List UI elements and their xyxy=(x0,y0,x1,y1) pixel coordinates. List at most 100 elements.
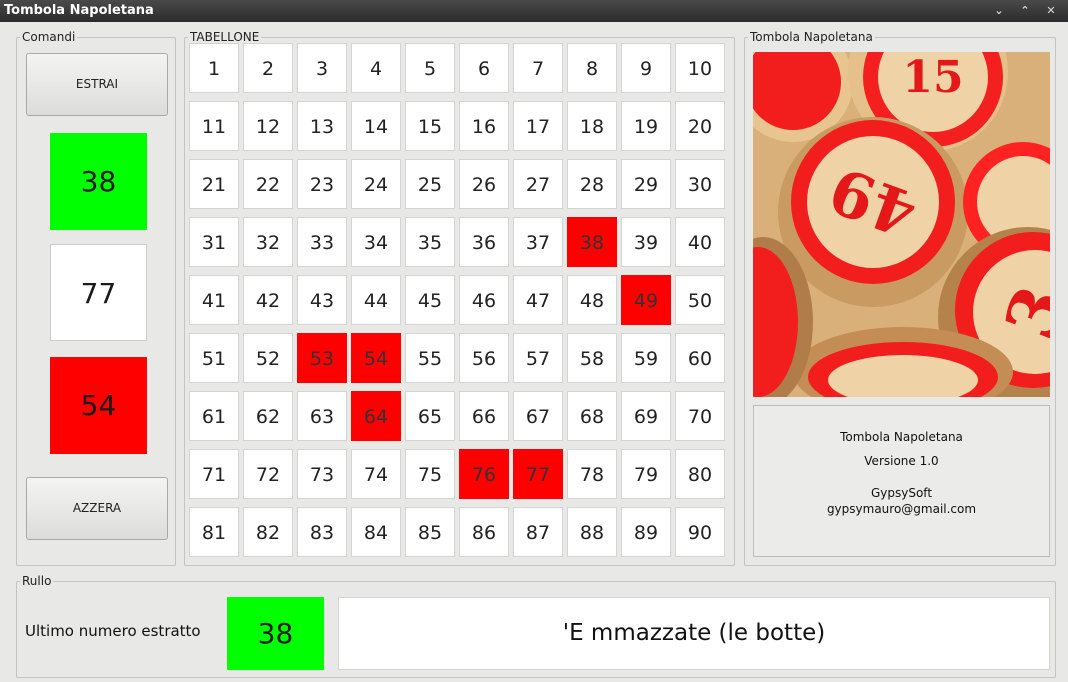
board-cell: 35 xyxy=(405,217,455,267)
board-cell: 56 xyxy=(459,333,509,383)
board-cell: 71 xyxy=(189,449,239,499)
window-controls: ⌄ ⌃ ✕ xyxy=(988,0,1062,22)
board-cell: 23 xyxy=(297,159,347,209)
board-cell: 72 xyxy=(243,449,293,499)
board-cell: 47 xyxy=(513,275,563,325)
board-cell: 59 xyxy=(621,333,671,383)
board-cell: 88 xyxy=(567,507,617,557)
board-cell: 12 xyxy=(243,101,293,151)
window-titlebar: Tombola Napoletana ⌄ ⌃ ✕ xyxy=(0,0,1068,22)
rullo-group: Rullo Ultimo numero estratto 38 'E mmazz… xyxy=(16,574,1056,678)
number-board: 1 2 3 4 5 6 7 8 9 10 11 12 13 14 15 16 17 18 19 20 21 22 23 24 2… xyxy=(189,43,725,557)
board-cell: 60 xyxy=(675,333,725,383)
board-cell: 70 xyxy=(675,391,725,441)
board-cell: 37 xyxy=(513,217,563,267)
board-cell: 63 xyxy=(297,391,347,441)
board-cell: 14 xyxy=(351,101,401,151)
maximize-icon[interactable]: ⌃ xyxy=(1014,0,1036,22)
board-cell: 16 xyxy=(459,101,509,151)
board-cell: 27 xyxy=(513,159,563,209)
board-cell: 25 xyxy=(405,159,455,209)
last-number-label: Ultimo numero estratto xyxy=(25,622,201,640)
about-author: GypsySoft xyxy=(870,486,933,500)
draw-box-red: 54 xyxy=(50,357,147,454)
board-cell: 22 xyxy=(243,159,293,209)
board-cell: 58 xyxy=(567,333,617,383)
board-cell: 62 xyxy=(243,391,293,441)
board-cell: 49 xyxy=(621,275,671,325)
board-cell: 52 xyxy=(243,333,293,383)
board-cell: 44 xyxy=(351,275,401,325)
board-cell: 89 xyxy=(621,507,671,557)
board-cell: 30 xyxy=(675,159,725,209)
board-cell: 18 xyxy=(567,101,617,151)
board-cell: 74 xyxy=(351,449,401,499)
board-cell: 84 xyxy=(351,507,401,557)
about-version: Versione 1.0 xyxy=(864,454,939,468)
board-cell: 80 xyxy=(675,449,725,499)
board-cell: 65 xyxy=(405,391,455,441)
board-cell: 20 xyxy=(675,101,725,151)
board-cell: 46 xyxy=(459,275,509,325)
board-cell: 8 xyxy=(567,43,617,93)
info-group: Tombola Napoletana 15 49 3 Tombola Napol… xyxy=(744,30,1056,566)
board-cell: 6 xyxy=(459,43,509,93)
comandi-group: Comandi ESTRAI 38 77 54 AZZERA xyxy=(16,30,176,566)
about-email: gypsymauro@gmail.com xyxy=(826,502,977,516)
board-cell: 34 xyxy=(351,217,401,267)
board-cell: 45 xyxy=(405,275,455,325)
board-cell: 26 xyxy=(459,159,509,209)
board-cell: 21 xyxy=(189,159,239,209)
board-cell: 15 xyxy=(405,101,455,151)
board-cell: 19 xyxy=(621,101,671,151)
draw-box-white: 77 xyxy=(50,244,147,341)
board-cell: 82 xyxy=(243,507,293,557)
estrai-button[interactable]: ESTRAI xyxy=(26,53,168,116)
window-title: Tombola Napoletana xyxy=(4,3,154,18)
board-cell: 86 xyxy=(459,507,509,557)
board-cell: 42 xyxy=(243,275,293,325)
board-cell: 53 xyxy=(297,333,347,383)
tabellone-group: TABELLONE 1 2 3 4 5 6 7 8 9 10 11 12 13 14 15 16 17 18 19 2… xyxy=(184,30,735,566)
board-cell: 81 xyxy=(189,507,239,557)
board-cell: 7 xyxy=(513,43,563,93)
board-cell: 64 xyxy=(351,391,401,441)
board-cell: 76 xyxy=(459,449,509,499)
rullo-title: Rullo xyxy=(20,574,54,588)
tabellone-title: TABELLONE xyxy=(188,30,262,44)
board-cell: 1 xyxy=(189,43,239,93)
board-cell: 41 xyxy=(189,275,239,325)
svg-text:15: 15 xyxy=(902,52,963,103)
board-cell: 67 xyxy=(513,391,563,441)
board-cell: 75 xyxy=(405,449,455,499)
board-cell: 9 xyxy=(621,43,671,93)
board-cell: 51 xyxy=(189,333,239,383)
board-cell: 38 xyxy=(567,217,617,267)
board-cell: 36 xyxy=(459,217,509,267)
board-cell: 2 xyxy=(243,43,293,93)
board-cell: 55 xyxy=(405,333,455,383)
board-cell: 77 xyxy=(513,449,563,499)
board-cell: 90 xyxy=(675,507,725,557)
last-number-box: 38 xyxy=(227,597,324,670)
board-cell: 24 xyxy=(351,159,401,209)
azzera-button[interactable]: AZZERA xyxy=(26,477,168,540)
board-cell: 57 xyxy=(513,333,563,383)
board-cell: 79 xyxy=(621,449,671,499)
board-cell: 29 xyxy=(621,159,671,209)
board-cell: 39 xyxy=(621,217,671,267)
board-cell: 68 xyxy=(567,391,617,441)
board-cell: 28 xyxy=(567,159,617,209)
board-cell: 48 xyxy=(567,275,617,325)
board-cell: 32 xyxy=(243,217,293,267)
comandi-title: Comandi xyxy=(20,30,78,44)
board-cell: 83 xyxy=(297,507,347,557)
board-cell: 61 xyxy=(189,391,239,441)
close-icon[interactable]: ✕ xyxy=(1040,0,1062,22)
tombola-balls-image: 15 49 3 xyxy=(753,52,1050,397)
tombola-photo: 15 49 3 xyxy=(753,52,1050,397)
board-cell: 43 xyxy=(297,275,347,325)
board-cell: 33 xyxy=(297,217,347,267)
minimize-icon[interactable]: ⌄ xyxy=(988,0,1010,22)
board-cell: 66 xyxy=(459,391,509,441)
